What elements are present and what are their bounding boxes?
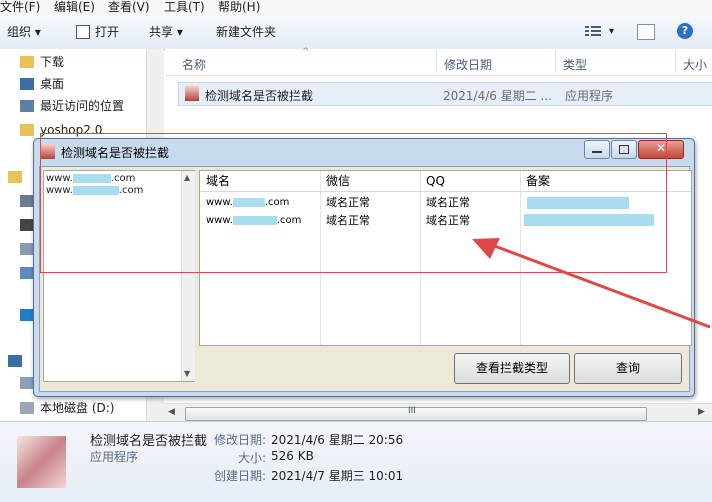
details-file-name: 检测域名是否被拦截 <box>90 434 208 449</box>
annotation-arrow <box>472 238 711 329</box>
videos-icon <box>20 219 34 231</box>
menu-edit[interactable]: 编辑(E) <box>54 0 95 15</box>
menu-view[interactable]: 查看(V) <box>108 0 150 15</box>
scroll-right-icon[interactable]: ▶ <box>698 407 705 417</box>
folder-icon <box>20 124 34 136</box>
help-icon[interactable]: ? <box>677 23 693 39</box>
scroll-thumb[interactable]: III <box>185 406 647 421</box>
hard-drive-icon <box>20 402 34 414</box>
open-icon <box>76 25 90 39</box>
preview-pane-icon[interactable] <box>637 24 655 40</box>
toolbar: 组织 ▾ 打开 共享 ▾ 新建文件夹 ▾ ? <box>0 16 712 50</box>
details-size-value: 526 KB <box>271 449 314 463</box>
menu-file[interactable]: 文件(F) <box>0 0 40 15</box>
file-thumbnail-icon <box>17 436 66 488</box>
open-button[interactable]: 打开 <box>95 25 119 39</box>
view-options-icon[interactable] <box>585 25 601 37</box>
desktop-icon <box>20 78 34 90</box>
details-modified-value: 2021/4/6 星期二 20:56 <box>271 433 404 447</box>
details-pane: 检测域名是否被拦截 应用程序 修改日期: 2021/4/6 星期二 20:56 … <box>0 421 712 502</box>
details-created-value: 2021/4/7 星期三 10:01 <box>271 469 404 483</box>
column-header-bar: 名称 ^ 修改日期 类型 大小 <box>165 47 712 76</box>
menu-help[interactable]: 帮助(H) <box>218 0 260 15</box>
documents-icon <box>20 195 34 207</box>
nav-item-label: 本地磁盘 (D:) <box>40 401 115 415</box>
column-modified[interactable]: 修改日期 <box>444 56 492 73</box>
pictures-icon <box>20 267 34 279</box>
scroll-left-icon[interactable]: ◀ <box>168 407 175 417</box>
sort-arrow-icon: ^ <box>302 47 310 57</box>
library-item-icon <box>20 243 34 255</box>
column-name[interactable]: 名称 <box>182 56 206 73</box>
folder-icon <box>20 56 34 68</box>
nav-item-label: 桌面 <box>40 77 65 91</box>
app-thumbnail-icon <box>185 86 199 101</box>
library-icon <box>8 171 22 183</box>
nav-item-label: 下载 <box>40 55 65 69</box>
details-modified-label: 修改日期: <box>214 433 267 447</box>
view-block-type-button[interactable]: 查看拦截类型 <box>454 353 570 384</box>
column-type[interactable]: 类型 <box>563 56 587 73</box>
menu-tools[interactable]: 工具(T) <box>164 0 205 15</box>
query-button[interactable]: 查询 <box>574 353 682 384</box>
music-icon <box>20 309 34 321</box>
scroll-down-icon[interactable]: ▼ <box>184 369 190 378</box>
details-size-label: 大小: <box>238 451 267 465</box>
details-file-kind: 应用程序 <box>90 450 139 464</box>
chevron-down-icon[interactable]: ▾ <box>609 26 614 37</box>
scroll-grip: III <box>408 406 416 416</box>
file-type: 应用程序 <box>565 89 614 103</box>
drive-icon <box>20 377 34 389</box>
file-name: 检测域名是否被拦截 <box>205 89 314 103</box>
share-button[interactable]: 共享 ▾ <box>149 25 183 39</box>
recent-places-icon <box>20 100 34 112</box>
file-modified: 2021/4/6 星期二 ... <box>443 89 552 103</box>
new-folder-button[interactable]: 新建文件夹 <box>216 25 276 39</box>
column-size[interactable]: 大小 <box>683 56 707 73</box>
organize-button[interactable]: 组织 ▾ <box>7 25 41 39</box>
details-created-label: 创建日期: <box>214 469 267 483</box>
horizontal-scrollbar[interactable]: ◀ III ▶ <box>163 403 712 422</box>
menu-bar: 文件(F) 编辑(E) 查看(V) 工具(T) 帮助(H) <box>0 0 712 16</box>
computer-icon <box>8 355 22 367</box>
file-row[interactable]: 检测域名是否被拦截 2021/4/6 星期二 ... 应用程序 <box>178 82 712 106</box>
nav-item-label: 最近访问的位置 <box>40 99 125 113</box>
